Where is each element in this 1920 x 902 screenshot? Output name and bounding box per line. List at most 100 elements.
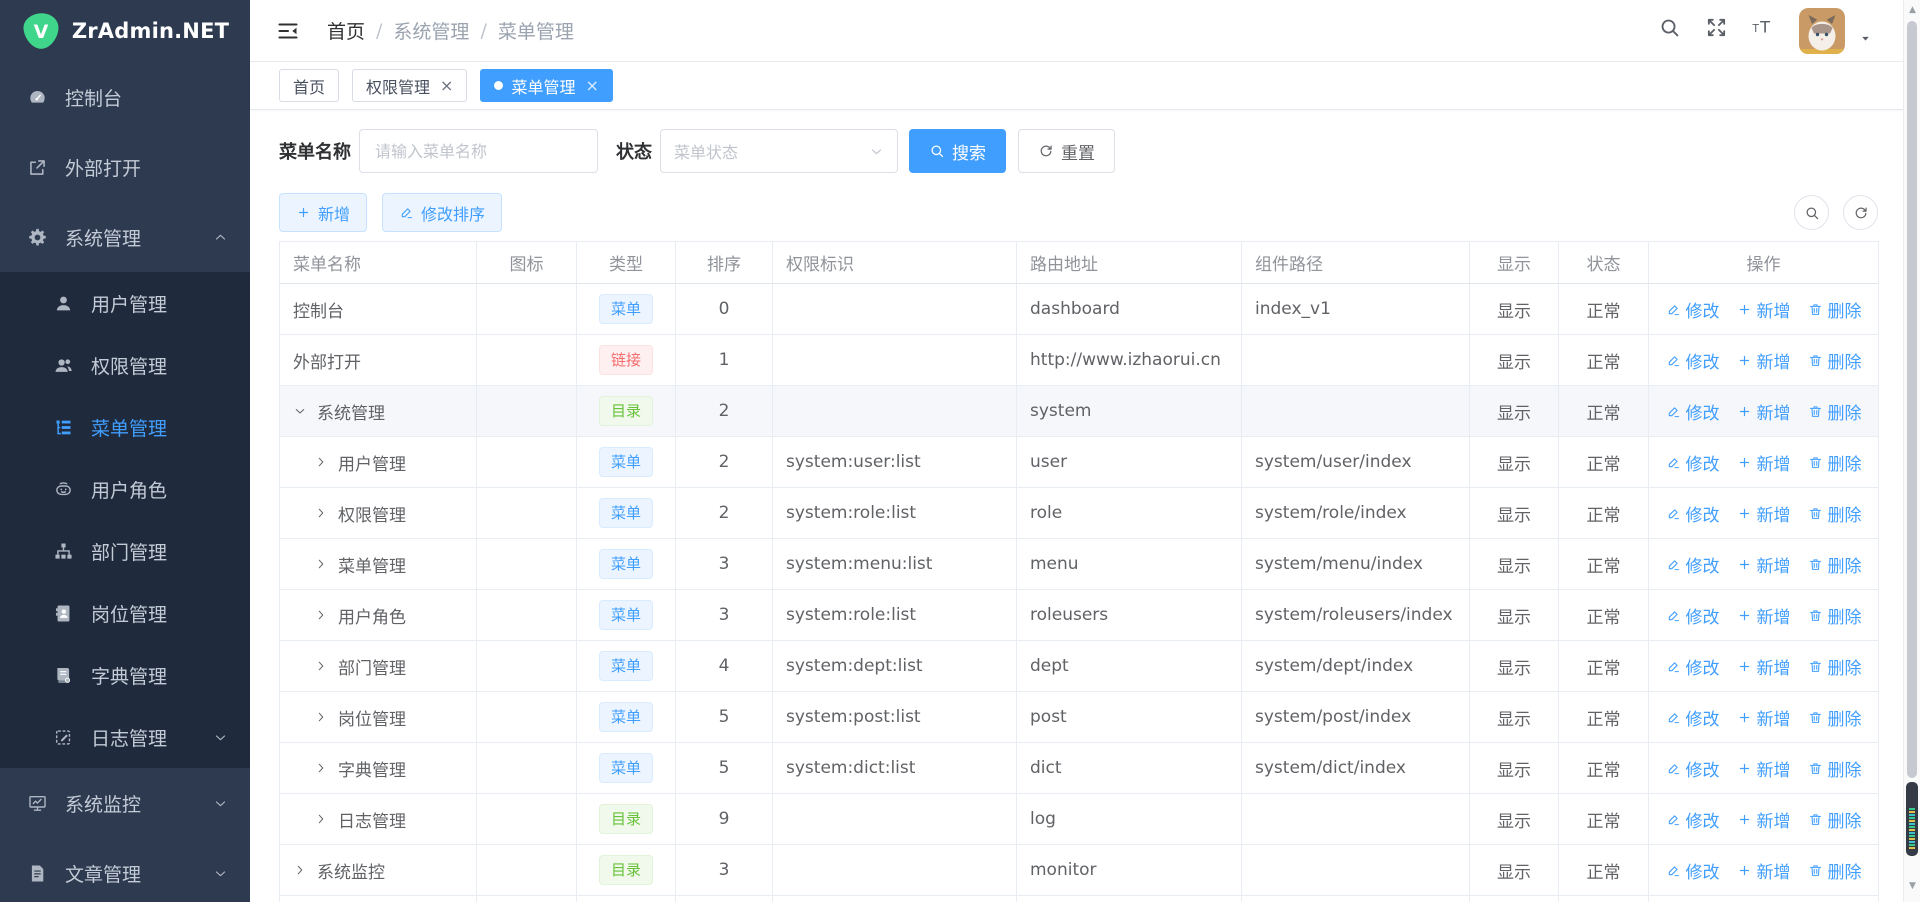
expand-row-icon[interactable]	[293, 863, 317, 877]
breadcrumb-item: 菜单管理	[498, 17, 574, 44]
add-link[interactable]: 新增	[1737, 552, 1791, 577]
user-avatar[interactable]	[1799, 8, 1845, 54]
collapse-row-icon[interactable]	[293, 404, 317, 418]
status-value: 正常	[1559, 845, 1649, 896]
sidebar-item[interactable]: 用户管理	[0, 272, 250, 334]
sidebar-item[interactable]: 字典管理	[0, 644, 250, 706]
search-icon[interactable]	[1658, 16, 1681, 45]
expand-row-icon[interactable]	[314, 761, 338, 775]
edit-link[interactable]: 修改	[1666, 399, 1720, 424]
expand-row-icon[interactable]	[314, 506, 338, 520]
add-link[interactable]: 新增	[1737, 297, 1791, 322]
add-link[interactable]: 新增	[1737, 603, 1791, 628]
edit-link[interactable]: 修改	[1666, 552, 1720, 577]
edit-link[interactable]: 修改	[1666, 348, 1720, 373]
edit-link[interactable]: 修改	[1666, 807, 1720, 832]
breadcrumb-item[interactable]: 首页	[327, 17, 365, 44]
menu-name-input[interactable]	[359, 129, 598, 173]
sidebar-item[interactable]: 岗位管理	[0, 582, 250, 644]
expand-row-icon[interactable]	[314, 812, 338, 826]
delete-link[interactable]: 删除	[1808, 552, 1862, 577]
tab[interactable]: 菜单管理×	[480, 69, 612, 102]
delete-link[interactable]: 删除	[1808, 705, 1862, 730]
add-link[interactable]: 新增	[1737, 807, 1791, 832]
search-button[interactable]: 搜索	[909, 129, 1006, 173]
toggle-search-button[interactable]	[1794, 195, 1829, 230]
sidebar-item[interactable]: 用户角色	[0, 458, 250, 520]
close-icon[interactable]: ×	[440, 78, 453, 94]
page-scrollbar[interactable]: ▲ ▼	[1903, 0, 1920, 902]
delete-link[interactable]: 删除	[1808, 807, 1862, 832]
component-value	[1242, 335, 1470, 386]
add-link[interactable]: 新增	[1737, 858, 1791, 883]
scrollbar-thumb[interactable]	[1907, 21, 1917, 778]
delete-link[interactable]: 删除	[1808, 297, 1862, 322]
refresh-table-button[interactable]	[1843, 195, 1878, 230]
delete-link[interactable]: 删除	[1808, 756, 1862, 781]
expand-row-icon[interactable]	[314, 557, 338, 571]
edit-link[interactable]: 修改	[1666, 705, 1720, 730]
add-link[interactable]: 新增	[1737, 654, 1791, 679]
font-size-icon[interactable]: TT	[1752, 16, 1775, 45]
user-icon	[53, 293, 74, 314]
sidebar-item[interactable]: 控制台	[0, 62, 250, 132]
add-link[interactable]: 新增	[1737, 705, 1791, 730]
order-value: 4	[676, 641, 773, 692]
expand-row-icon[interactable]	[314, 455, 338, 469]
expand-row-icon[interactable]	[314, 659, 338, 673]
sidebar-item[interactable]: 系统监控	[0, 768, 250, 838]
add-link[interactable]: 新增	[1737, 399, 1791, 424]
expand-row-icon[interactable]	[314, 608, 338, 622]
edit-icon	[1666, 812, 1681, 827]
delete-link[interactable]: 删除	[1808, 348, 1862, 373]
sidebar-item[interactable]: 菜单管理	[0, 396, 250, 458]
sidebar-item[interactable]: 文章管理	[0, 838, 250, 902]
scroll-up-arrow[interactable]: ▲	[1904, 5, 1920, 15]
table-row: 权限管理菜单2system:role:listrolesystem/role/i…	[280, 488, 1879, 539]
reset-button[interactable]: 重置	[1018, 129, 1115, 173]
log-icon	[53, 727, 74, 748]
add-link[interactable]: 新增	[1737, 348, 1791, 373]
delete-link[interactable]: 删除	[1808, 858, 1862, 883]
scroll-down-arrow[interactable]: ▼	[1904, 881, 1920, 891]
sidebar-item[interactable]: 日志管理	[0, 706, 250, 768]
edit-icon	[1666, 302, 1681, 317]
edit-link[interactable]: 修改	[1666, 603, 1720, 628]
delete-link[interactable]: 删除	[1808, 654, 1862, 679]
sidebar-item[interactable]: 权限管理	[0, 334, 250, 396]
gear-icon	[27, 227, 48, 248]
edit-link[interactable]: 修改	[1666, 654, 1720, 679]
collapse-sidebar-icon[interactable]	[276, 19, 300, 43]
visible-value: 显示	[1470, 335, 1559, 386]
delete-link[interactable]: 删除	[1808, 501, 1862, 526]
close-icon[interactable]: ×	[585, 78, 598, 94]
sidebar-item[interactable]: 系统管理	[0, 202, 250, 272]
edit-link[interactable]: 修改	[1666, 756, 1720, 781]
edit-link[interactable]: 修改	[1666, 501, 1720, 526]
fullscreen-icon[interactable]	[1705, 16, 1728, 45]
app-logo[interactable]: V ZrAdmin.NET	[0, 0, 250, 62]
sidebar-item[interactable]: 外部打开	[0, 132, 250, 202]
sort-button[interactable]: 修改排序	[382, 193, 502, 232]
edit-link[interactable]: 修改	[1666, 858, 1720, 883]
table-row: 日志管理目录9log显示正常修改新增删除	[280, 794, 1879, 845]
add-link[interactable]: 新增	[1737, 450, 1791, 475]
add-link[interactable]: 新增	[1737, 756, 1791, 781]
delete-link[interactable]: 删除	[1808, 450, 1862, 475]
edit-link[interactable]: 修改	[1666, 450, 1720, 475]
delete-link[interactable]: 删除	[1808, 399, 1862, 424]
delete-link[interactable]: 删除	[1808, 603, 1862, 628]
visible-value: 显示	[1470, 692, 1559, 743]
sidebar-item[interactable]: 部门管理	[0, 520, 250, 582]
table-row: 岗位管理菜单5system:post:listpostsystem/post/i…	[280, 692, 1879, 743]
add-button[interactable]: 新增	[279, 193, 367, 232]
add-link[interactable]: 新增	[1737, 501, 1791, 526]
tab[interactable]: 首页	[279, 69, 339, 102]
path-value: role	[1017, 488, 1242, 539]
status-select[interactable]: 菜单状态	[660, 129, 898, 173]
tab[interactable]: 权限管理×	[352, 69, 467, 102]
expand-row-icon[interactable]	[314, 710, 338, 724]
dashboard-icon	[27, 87, 48, 108]
edit-link[interactable]: 修改	[1666, 297, 1720, 322]
caret-down-icon[interactable]	[1859, 32, 1872, 45]
